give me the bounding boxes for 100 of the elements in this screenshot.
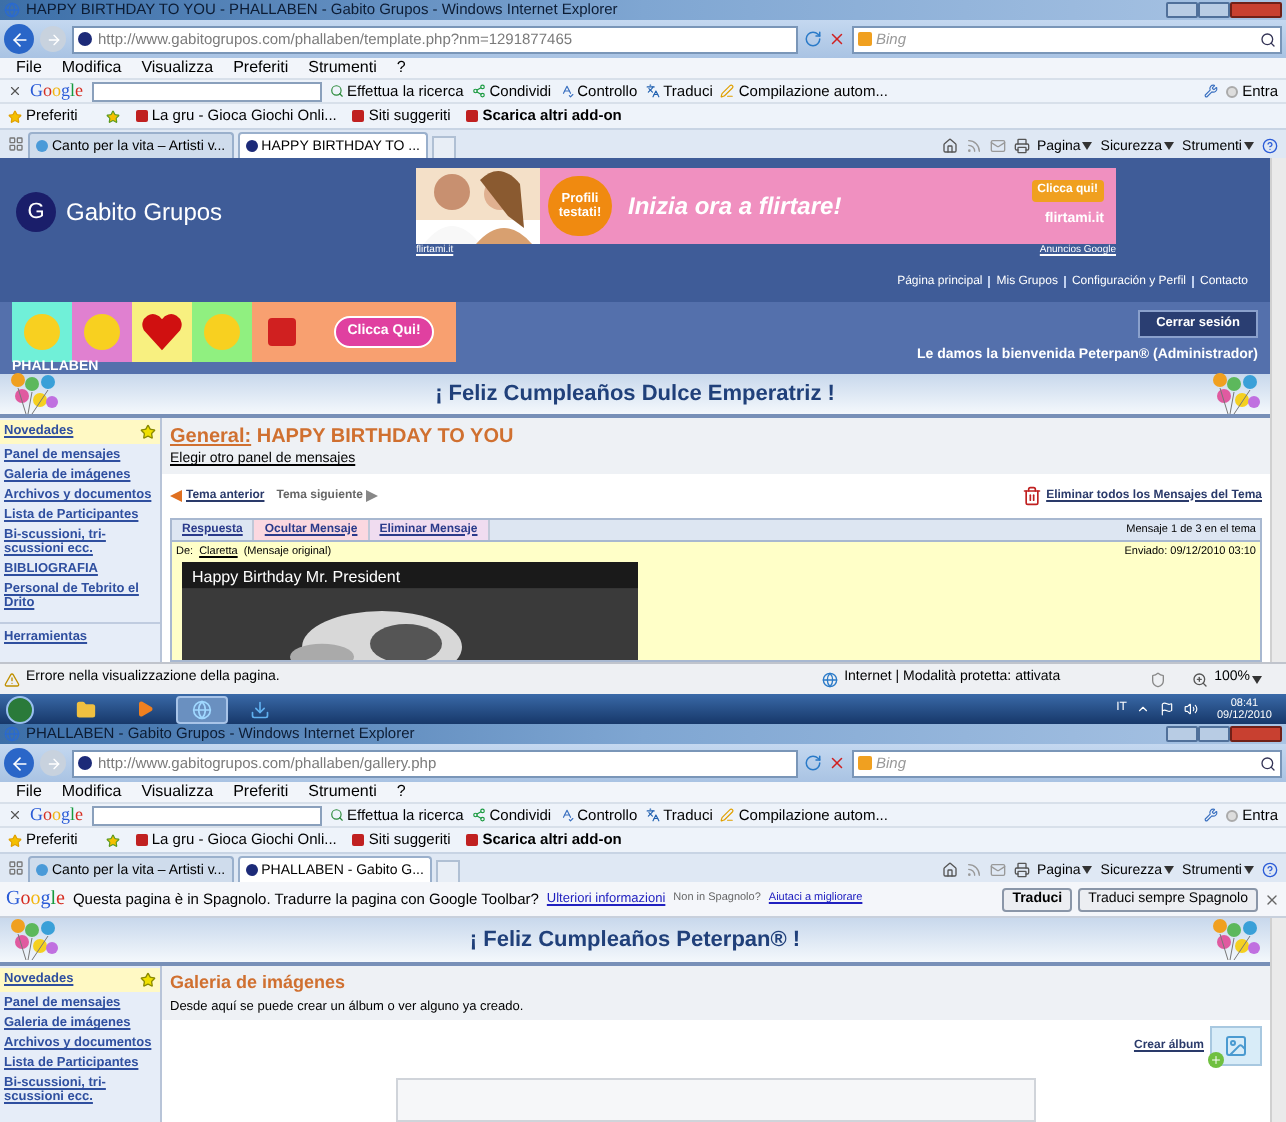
caret-icon [1082,142,1093,150]
greeting-text: ¡ Feliz Cumpleaños Dulce Emperatriz ! [435,379,835,410]
left-arrow-icon [170,490,182,502]
star-icon [140,424,156,440]
menu-item[interactable]: Preferiti [233,60,289,76]
quick-tabs-icon[interactable] [8,136,24,152]
site-icon [78,32,92,46]
caret-icon [1244,142,1254,150]
google-search-field[interactable] [91,81,322,101]
menu-item[interactable]: Preferiti [233,784,289,800]
menu-item[interactable]: Modifica [61,60,122,76]
caret-icon [1252,675,1262,683]
balloons-icon [1210,372,1262,416]
menu-item[interactable]: Visualizza [141,60,214,76]
wrench-icon[interactable] [1204,84,1219,98]
close-button[interactable] [1230,726,1282,742]
warning-icon [4,671,20,687]
star-icon [8,833,22,847]
start-button[interactable] [6,695,34,723]
feed-icon[interactable] [965,138,981,154]
close-icon[interactable] [1264,891,1280,907]
video-title: Happy Birthday Mr. President [190,566,403,590]
browser-icon [4,726,20,742]
back-button[interactable] [4,748,34,778]
balloons-icon [1209,918,1262,962]
star-icon [8,109,22,123]
site-icon [36,864,48,876]
download-icon [250,699,270,719]
menu-item[interactable]: Modifica [61,784,122,800]
page-icon [466,110,479,122]
stop-icon[interactable] [828,30,846,48]
maximize-button[interactable] [1198,726,1230,742]
menu-item[interactable]: File [16,784,42,800]
caret-icon [1244,866,1254,874]
add-album-icon[interactable] [1210,1026,1262,1067]
user-icon [1226,85,1239,97]
search-icon[interactable] [1260,31,1276,47]
heart-icon [140,312,184,352]
spell-check-icon [559,808,574,822]
page-icon [135,834,148,846]
site-icon [36,140,48,152]
maximize-button[interactable] [1198,2,1230,18]
add-favorite-icon[interactable] [105,109,120,123]
print-icon[interactable] [1013,138,1029,154]
balloons-icon [8,918,60,962]
taskbar-button[interactable] [176,695,228,723]
help-icon[interactable] [1262,862,1278,878]
caret-icon [1164,142,1175,150]
print-icon[interactable] [1013,862,1029,878]
refresh-icon[interactable] [804,754,822,772]
refresh-icon[interactable] [804,30,822,48]
google-logo: Google [30,77,84,104]
tray-expand-icon[interactable] [1136,702,1151,716]
share-icon [471,84,486,98]
help-icon[interactable] [1262,138,1278,154]
balloons-icon [8,372,60,416]
page-icon [352,110,365,122]
emoticon-icon [84,314,120,350]
site-icon [245,140,258,152]
speaker-icon[interactable] [1184,702,1199,716]
caret-icon [1164,866,1175,874]
greeting-text: ¡ Feliz Cumpleaños Peterpan® ! [469,925,801,956]
topic-title: General: HAPPY BIRTHDAY TO YOU [170,424,516,451]
search-icon[interactable] [1260,755,1276,771]
minimize-button[interactable] [1166,726,1198,742]
mail-icon[interactable] [989,862,1005,878]
share-icon [471,808,486,822]
feed-icon[interactable] [965,862,981,878]
home-icon[interactable] [941,138,957,154]
site-icon [245,864,258,876]
forward-arrow-icon [45,755,61,771]
add-favorite-icon[interactable] [105,833,120,847]
home-icon[interactable] [941,862,957,878]
back-button[interactable] [4,24,34,54]
shield-icon [1150,671,1167,687]
translate-icon [645,84,660,98]
search-icon [329,808,344,822]
emoticon-icon [24,314,60,350]
close-toolbar-icon[interactable] [8,808,22,822]
close-toolbar-icon[interactable] [8,84,22,98]
user-icon [1226,809,1239,821]
menu-item[interactable]: ? [396,784,406,800]
page-title: Galeria de imágenes [170,970,348,996]
menu-item[interactable]: Visualizza [141,784,214,800]
search-icon [329,84,344,98]
quick-tabs-icon[interactable] [8,860,24,876]
stop-icon[interactable] [828,754,846,772]
menu-item[interactable]: Strumenti [308,60,377,76]
wrench-icon[interactable] [1204,808,1219,822]
page-icon [352,834,365,846]
flag-icon[interactable] [1160,702,1175,716]
close-button[interactable] [1230,2,1282,18]
forward-arrow-icon [45,31,61,47]
minimize-button[interactable] [1166,2,1198,18]
menu-item[interactable]: ? [396,60,406,76]
back-arrow-icon [9,29,29,49]
mail-icon[interactable] [989,138,1005,154]
menu-item[interactable]: File [16,60,42,76]
google-search-field[interactable] [91,805,322,825]
menu-item[interactable]: Strumenti [308,784,377,800]
